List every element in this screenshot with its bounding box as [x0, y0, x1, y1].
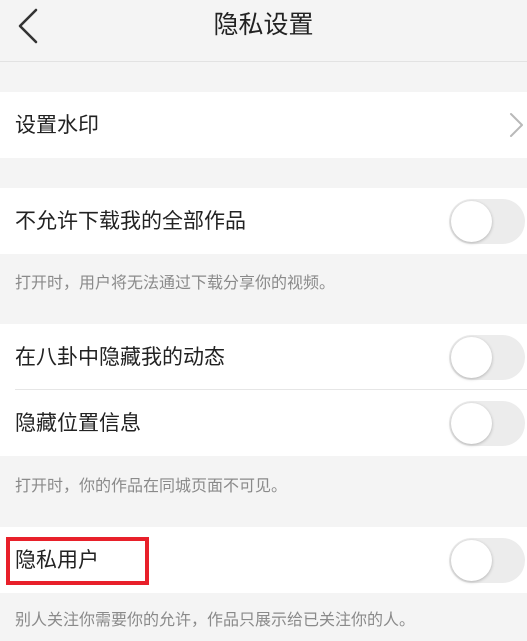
- hide-location-note: 打开时，你的作品在同城页面不可见。: [15, 476, 288, 495]
- toggle-knob: [451, 337, 492, 378]
- settings-row-hide-in-gossip: 在八卦中隐藏我的动态: [0, 324, 527, 390]
- toggle-knob: [451, 201, 492, 242]
- disable-download-note: 打开时，用户将无法通过下载分享你的视频。: [15, 273, 336, 292]
- disable-download-toggle[interactable]: [449, 199, 525, 244]
- row-label: 在八卦中隐藏我的动态: [15, 345, 225, 369]
- navigation-bar: 隐私设置: [0, 0, 527, 62]
- toggle-knob: [451, 540, 492, 581]
- page-title: 隐私设置: [213, 10, 314, 39]
- hide-in-gossip-toggle[interactable]: [449, 335, 525, 380]
- settings-row-disable-download: 不允许下载我的全部作品: [0, 188, 527, 254]
- private-user-note: 别人关注你需要你的允许，作品只展示给已关注你的人。: [15, 610, 416, 629]
- row-label: 隐藏位置信息: [15, 411, 141, 435]
- settings-row-watermark[interactable]: 设置水印: [0, 92, 527, 158]
- settings-row-hide-location: 隐藏位置信息: [0, 390, 527, 456]
- chevron-right-icon: [510, 113, 523, 137]
- row-label: 设置水印: [15, 113, 99, 137]
- private-user-toggle[interactable]: [449, 538, 525, 583]
- row-label: 隐私用户: [15, 548, 99, 572]
- settings-row-private-user: 隐私用户: [0, 527, 527, 593]
- toggle-knob: [451, 403, 492, 444]
- row-label: 不允许下载我的全部作品: [15, 209, 246, 233]
- hide-location-toggle[interactable]: [449, 401, 525, 446]
